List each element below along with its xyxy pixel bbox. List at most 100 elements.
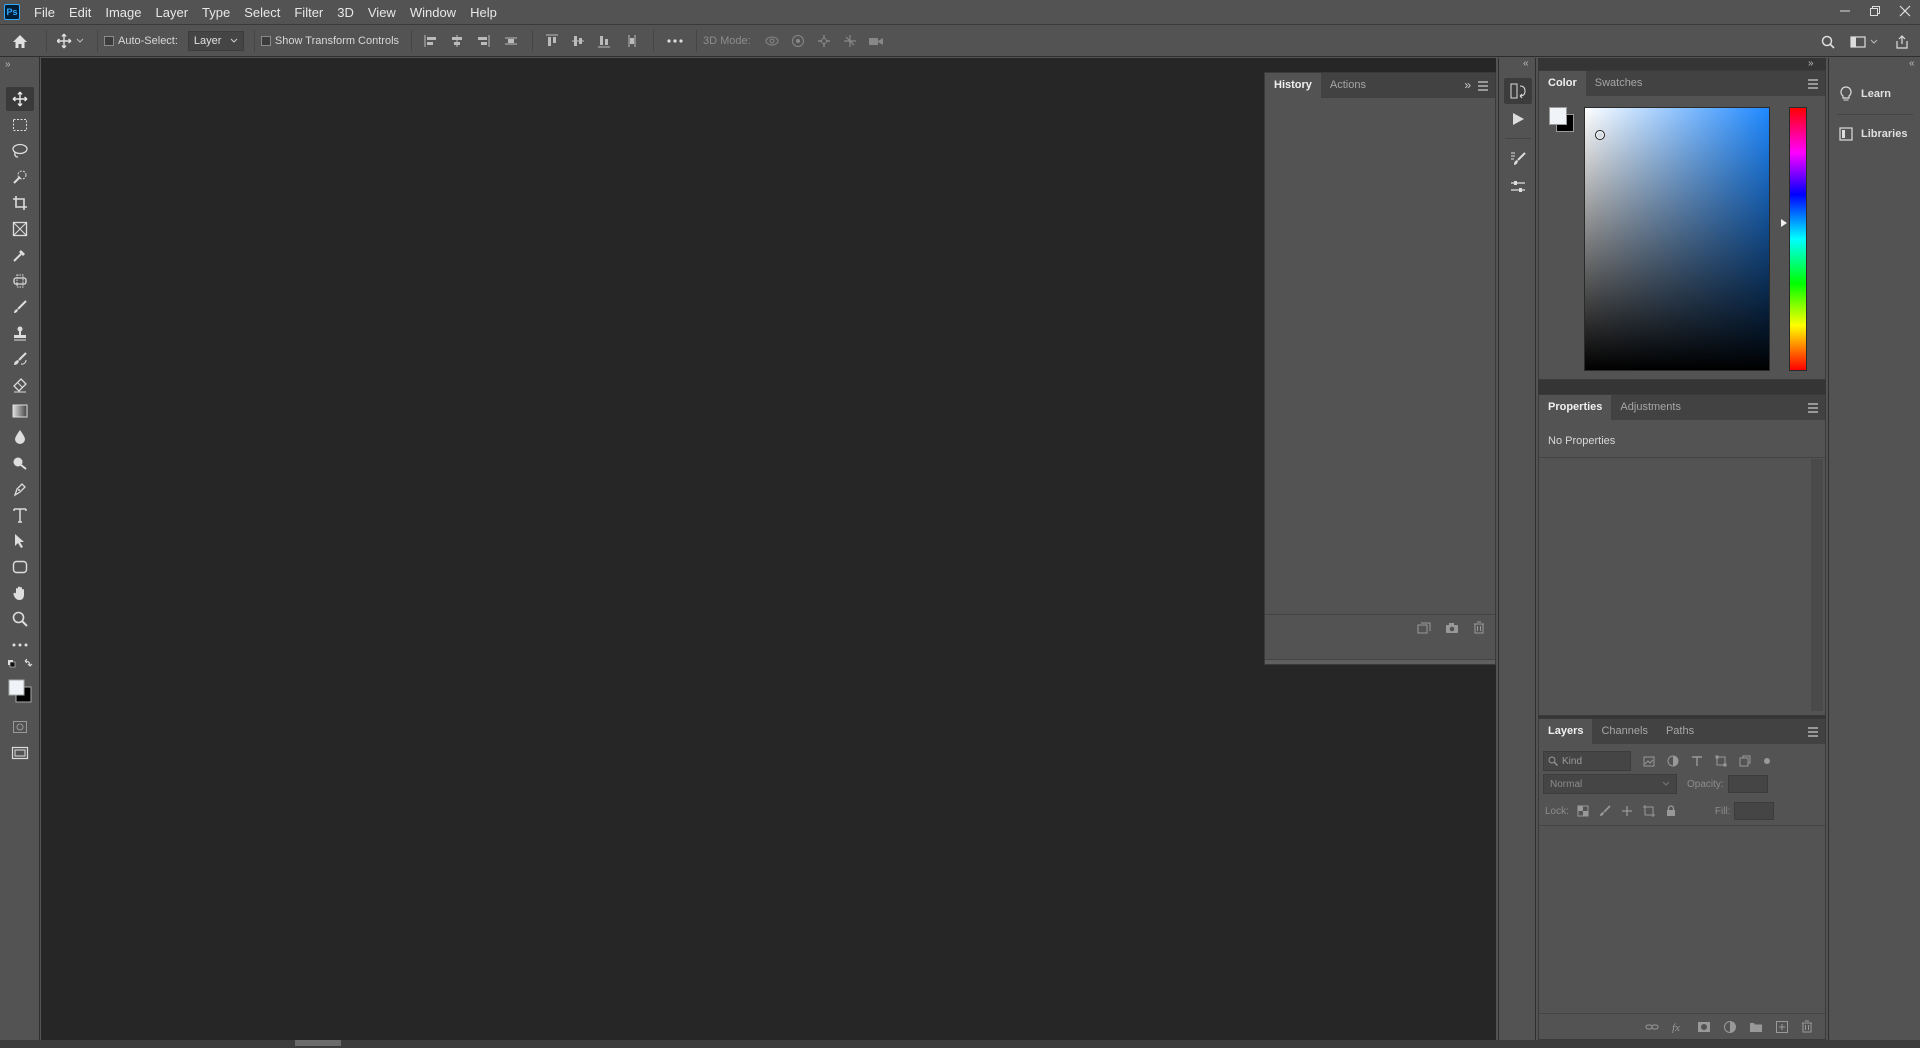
- rectangular-marquee-tool[interactable]: [6, 113, 34, 137]
- eraser-tool[interactable]: [6, 373, 34, 397]
- tab-actions[interactable]: Actions: [1321, 73, 1375, 98]
- hue-slider-handle[interactable]: [1781, 219, 1787, 227]
- actions-dock-button[interactable]: [1504, 106, 1532, 132]
- quick-mask-button[interactable]: [6, 715, 34, 739]
- lock-position-icon[interactable]: [1621, 805, 1633, 817]
- restore-button[interactable]: [1860, 0, 1890, 22]
- menu-image[interactable]: Image: [98, 0, 148, 25]
- tab-history[interactable]: History: [1265, 73, 1321, 98]
- layer-filter-kind-dropdown[interactable]: Kind: [1543, 751, 1631, 771]
- clone-stamp-tool[interactable]: [6, 321, 34, 345]
- lock-all-icon[interactable]: [1665, 805, 1677, 817]
- frame-tool[interactable]: [6, 217, 34, 241]
- tab-paths[interactable]: Paths: [1657, 719, 1703, 744]
- pen-tool[interactable]: [6, 477, 34, 501]
- hue-slider[interactable]: [1789, 107, 1807, 371]
- fill-input[interactable]: [1734, 802, 1775, 820]
- menu-view[interactable]: View: [361, 0, 403, 25]
- right-column-expand-icon[interactable]: »: [1808, 58, 1814, 69]
- menu-window[interactable]: Window: [403, 0, 463, 25]
- default-colors-and-swap[interactable]: [6, 657, 34, 673]
- type-tool[interactable]: [6, 503, 34, 527]
- healing-brush-tool[interactable]: [6, 269, 34, 293]
- menu-select[interactable]: Select: [237, 0, 287, 25]
- eyedropper-tool[interactable]: [6, 243, 34, 267]
- menu-type[interactable]: Type: [195, 0, 237, 25]
- lasso-tool[interactable]: [6, 139, 34, 163]
- menu-help[interactable]: Help: [463, 0, 504, 25]
- image-filter-icon[interactable]: [1643, 756, 1655, 767]
- trash-icon[interactable]: [1801, 1020, 1813, 1033]
- share-button[interactable]: [1892, 30, 1912, 54]
- fx-icon[interactable]: fx: [1671, 1021, 1685, 1033]
- path-selection-tool[interactable]: [6, 529, 34, 553]
- color-picker-field[interactable]: [1584, 107, 1770, 371]
- dodge-tool[interactable]: [6, 451, 34, 475]
- zoom-tool[interactable]: [6, 607, 34, 631]
- align-top-button[interactable]: [539, 29, 565, 53]
- tools-expand-icon[interactable]: »: [5, 59, 11, 70]
- distribute-horizontal-button[interactable]: [496, 29, 526, 53]
- align-right-button[interactable]: [470, 29, 496, 53]
- opacity-input[interactable]: [1727, 775, 1768, 793]
- rectangle-tool[interactable]: [6, 555, 34, 579]
- filter-toggle-icon[interactable]: [1763, 757, 1771, 765]
- folder-icon[interactable]: [1749, 1021, 1763, 1033]
- panel-menu-icon[interactable]: [1807, 403, 1819, 413]
- workspace-switcher[interactable]: [1848, 30, 1882, 54]
- camera-icon[interactable]: [1445, 622, 1459, 634]
- properties-scrollbar[interactable]: [1811, 459, 1823, 711]
- tab-properties[interactable]: Properties: [1539, 395, 1612, 420]
- quick-selection-tool[interactable]: [6, 165, 34, 189]
- move-tool[interactable]: [6, 87, 34, 111]
- crop-tool[interactable]: [6, 191, 34, 215]
- menu-file[interactable]: File: [27, 0, 62, 25]
- learn-button[interactable]: Learn: [1829, 76, 1920, 112]
- lock-transparent-pixels-icon[interactable]: [1577, 805, 1589, 817]
- align-middle-button[interactable]: [565, 29, 591, 53]
- panel-menu-icon[interactable]: [1477, 81, 1489, 91]
- smart-object-filter-icon[interactable]: [1739, 755, 1751, 767]
- menu-3d[interactable]: 3D: [330, 0, 361, 25]
- panel-menu-icon[interactable]: [1807, 727, 1819, 737]
- show-transform-checkbox[interactable]: [260, 36, 271, 46]
- 3d-orbit-button[interactable]: [759, 29, 785, 53]
- tab-adjustments[interactable]: Adjustments: [1611, 395, 1690, 420]
- lock-artboard-icon[interactable]: [1642, 805, 1655, 817]
- libraries-button[interactable]: Libraries: [1829, 116, 1920, 152]
- auto-select-target-dropdown[interactable]: Layer: [187, 31, 244, 51]
- shape-filter-icon[interactable]: [1715, 755, 1727, 767]
- tab-channels[interactable]: Channels: [1592, 719, 1656, 744]
- edit-toolbar-button[interactable]: [6, 633, 34, 657]
- 3d-pan-button[interactable]: [811, 29, 837, 53]
- dock-collapse-icon[interactable]: «: [1523, 58, 1529, 69]
- blur-tool[interactable]: [6, 425, 34, 449]
- adjustments-dock-button[interactable]: [1504, 174, 1532, 200]
- link-icon[interactable]: [1645, 1022, 1659, 1032]
- brush-tool[interactable]: [6, 295, 34, 319]
- screen-mode-button[interactable]: [6, 741, 34, 765]
- horizontal-scroll-thumb[interactable]: [295, 1040, 341, 1046]
- align-bottom-button[interactable]: [591, 29, 617, 53]
- history-brush-tool[interactable]: [6, 347, 34, 371]
- 3d-scale-button[interactable]: [863, 29, 889, 53]
- hand-tool[interactable]: [6, 581, 34, 605]
- menu-edit[interactable]: Edit: [62, 0, 98, 25]
- close-button[interactable]: [1890, 0, 1920, 22]
- distribute-vertical-button[interactable]: [617, 29, 647, 53]
- history-dock-button[interactable]: [1504, 78, 1532, 104]
- minimize-button[interactable]: [1830, 0, 1860, 22]
- foreground-color-swatch[interactable]: [1549, 107, 1567, 125]
- trash-icon[interactable]: [1473, 621, 1485, 634]
- layer-mask-icon[interactable]: [1697, 1021, 1711, 1033]
- collapse-panel-icon[interactable]: »: [1464, 78, 1471, 92]
- auto-select-checkbox[interactable]: [104, 36, 114, 46]
- tab-swatches[interactable]: Swatches: [1586, 71, 1652, 96]
- new-document-from-state-icon[interactable]: [1417, 622, 1431, 634]
- tab-layers[interactable]: Layers: [1539, 719, 1593, 744]
- more-options-button[interactable]: [660, 29, 690, 53]
- search-button[interactable]: [1818, 30, 1838, 54]
- menu-layer[interactable]: Layer: [149, 0, 196, 25]
- adjustment-layer-icon[interactable]: [1723, 1020, 1737, 1034]
- align-left-button[interactable]: [418, 29, 444, 53]
